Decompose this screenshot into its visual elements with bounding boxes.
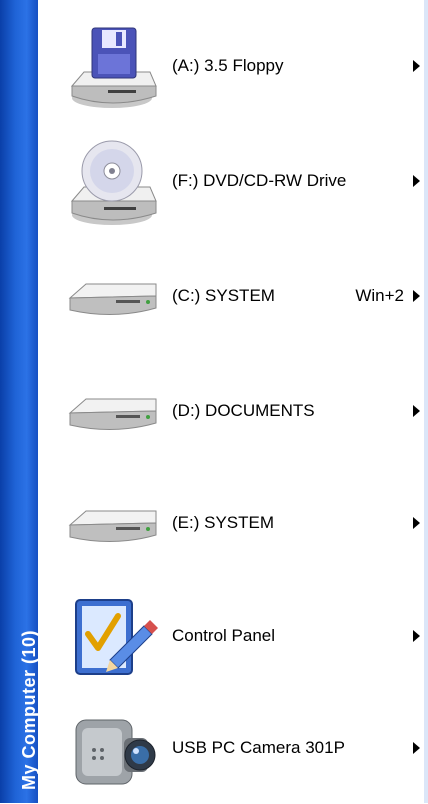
submenu-arrow-icon[interactable] [413, 405, 420, 417]
menu-item-floppy-a[interactable]: (A:) 3.5 Floppy [38, 10, 428, 122]
submenu-arrow-icon[interactable] [413, 630, 420, 642]
hard-drive-icon [64, 250, 160, 346]
menu-item-label: USB PC Camera 301P [172, 738, 345, 757]
hard-drive-icon [64, 477, 160, 573]
dvd-drive-icon [64, 135, 160, 231]
menu-item-dvd-f[interactable]: (F:) DVD/CD-RW Drive [38, 125, 428, 237]
camera-icon [64, 702, 160, 798]
menu-item-drive-c[interactable]: (C:) SYSTEM Win+2 [38, 240, 428, 352]
menu-list: (A:) 3.5 Floppy (F:) DVD/CD-RW Drive (C:… [38, 0, 428, 803]
submenu-arrow-icon[interactable] [413, 175, 420, 187]
sidebar-title: My Computer (10) [19, 629, 39, 790]
menu-item-drive-d[interactable]: (D:) DOCUMENTS [38, 355, 428, 467]
menu-item-drive-e[interactable]: (E:) SYSTEM [38, 467, 428, 579]
menu-item-label: (A:) 3.5 Floppy [172, 56, 284, 75]
menu-item-label: (C:) SYSTEM [172, 286, 275, 305]
menu-item-control-panel[interactable]: Control Panel [38, 580, 428, 692]
sidebar: My Computer (10) [0, 0, 39, 803]
hard-drive-icon [64, 365, 160, 461]
menu-item-usb-camera[interactable]: USB PC Camera 301P [38, 692, 428, 804]
menu-item-label: Control Panel [172, 626, 276, 645]
submenu-arrow-icon[interactable] [413, 290, 420, 302]
jump-list-menu: My Computer (10) (A:) 3.5 Floppy (F:) DV… [0, 0, 428, 803]
menu-border [424, 0, 428, 803]
menu-item-label: (D:) DOCUMENTS [172, 401, 315, 420]
submenu-arrow-icon[interactable] [413, 742, 420, 754]
submenu-arrow-icon[interactable] [413, 517, 420, 529]
menu-item-label: (E:) SYSTEM [172, 513, 275, 532]
menu-item-shortcut: Win+2 [355, 286, 404, 305]
menu-item-label: (F:) DVD/CD-RW Drive [172, 171, 347, 190]
control-panel-icon [64, 590, 160, 686]
floppy-drive-icon [64, 20, 160, 116]
submenu-arrow-icon[interactable] [413, 60, 420, 72]
